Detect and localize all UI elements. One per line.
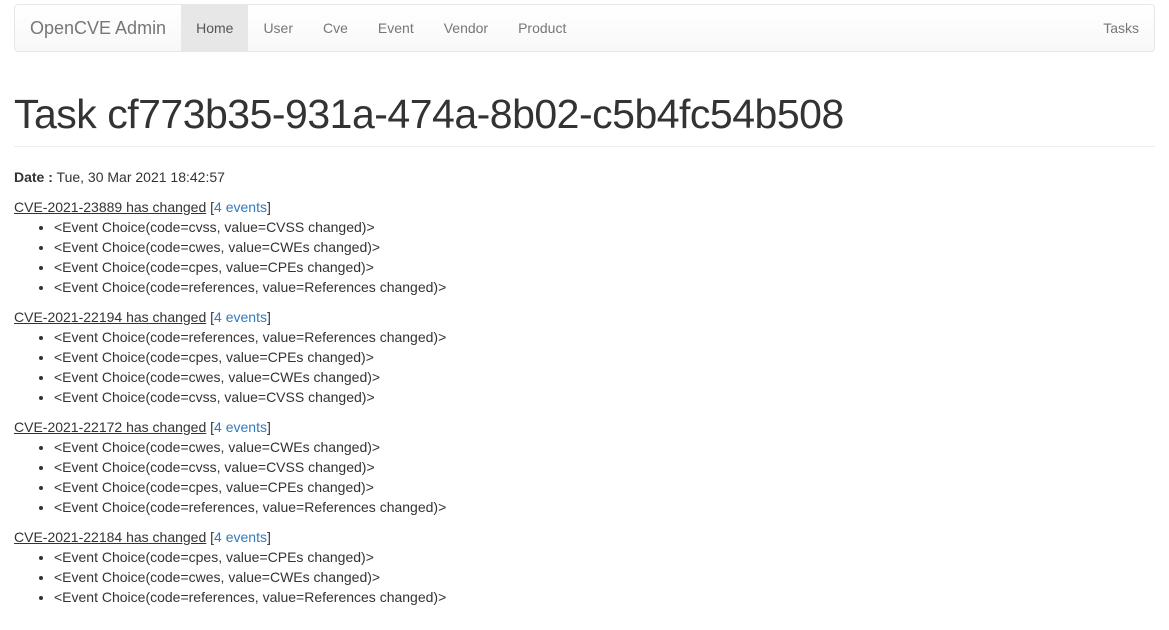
navbar-inner: OpenCVE Admin HomeUserCveEventVendorProd… [15,5,1154,51]
event-list-item: <Event Choice(code=cpes, value=CPEs chan… [54,477,1155,497]
event-list-item: <Event Choice(code=cpes, value=CPEs chan… [54,547,1155,567]
nav-item-tasks[interactable]: Tasks [1088,5,1154,51]
task-date-label: Date : [14,169,53,185]
cve-block: CVE-2021-22184 has changed [4 events]<Ev… [14,527,1155,607]
event-list-item: <Event Choice(code=cwes, value=CWEs chan… [54,367,1155,387]
cve-change-line: CVE-2021-23889 has changed [4 events] [14,197,1155,217]
navbar-primary-nav: HomeUserCveEventVendorProduct [181,5,581,51]
event-list: <Event Choice(code=cwes, value=CWEs chan… [14,437,1155,517]
event-list-item: <Event Choice(code=cwes, value=CWEs chan… [54,567,1155,587]
cve-change-list: CVE-2021-23889 has changed [4 events]<Ev… [14,197,1155,607]
navbar-secondary-nav: Tasks [1088,5,1154,51]
event-list-item: <Event Choice(code=cvss, value=CVSS chan… [54,457,1155,477]
cve-change-line: CVE-2021-22194 has changed [4 events] [14,307,1155,327]
cve-change-line: CVE-2021-22184 has changed [4 events] [14,527,1155,547]
event-list-item: <Event Choice(code=cwes, value=CWEs chan… [54,237,1155,257]
event-list-item: <Event Choice(code=cwes, value=CWEs chan… [54,437,1155,457]
navbar-brand[interactable]: OpenCVE Admin [15,5,181,51]
bracket-close: ] [267,309,271,325]
event-list-item: <Event Choice(code=cvss, value=CVSS chan… [54,387,1155,407]
event-list-item: <Event Choice(code=cvss, value=CVSS chan… [54,217,1155,237]
nav-item-user[interactable]: User [248,5,308,51]
events-count-link[interactable]: 4 events [214,529,267,545]
page-header: Task cf773b35-931a-474a-8b02-c5b4fc54b50… [14,52,1155,147]
nav-item-vendor[interactable]: Vendor [429,5,503,51]
cve-detail-link[interactable]: CVE-2021-23889 has changed [14,199,206,215]
event-list-item: <Event Choice(code=references, value=Ref… [54,587,1155,607]
main-navbar: OpenCVE Admin HomeUserCveEventVendorProd… [14,4,1155,52]
event-list: <Event Choice(code=cvss, value=CVSS chan… [14,217,1155,297]
event-list: <Event Choice(code=cpes, value=CPEs chan… [14,547,1155,607]
task-date-value: Tue, 30 Mar 2021 18:42:57 [57,169,225,185]
bracket-close: ] [267,529,271,545]
nav-item-event[interactable]: Event [363,5,429,51]
cve-change-line: CVE-2021-22172 has changed [4 events] [14,417,1155,437]
bracket-close: ] [267,419,271,435]
events-count-link[interactable]: 4 events [214,419,267,435]
event-list-item: <Event Choice(code=references, value=Ref… [54,277,1155,297]
page-container: Task cf773b35-931a-474a-8b02-c5b4fc54b50… [14,52,1155,617]
task-date: Date : Tue, 30 Mar 2021 18:42:57 [14,167,1155,187]
event-list-item: <Event Choice(code=cpes, value=CPEs chan… [54,347,1155,367]
event-list-item: <Event Choice(code=references, value=Ref… [54,497,1155,517]
cve-detail-link[interactable]: CVE-2021-22184 has changed [14,529,206,545]
nav-item-home[interactable]: Home [181,5,248,51]
page-title: Task cf773b35-931a-474a-8b02-c5b4fc54b50… [14,92,1155,137]
bracket-close: ] [267,199,271,215]
event-list: <Event Choice(code=references, value=Ref… [14,327,1155,407]
cve-detail-link[interactable]: CVE-2021-22172 has changed [14,419,206,435]
event-list-item: <Event Choice(code=cpes, value=CPEs chan… [54,257,1155,277]
events-count-link[interactable]: 4 events [214,309,267,325]
cve-block: CVE-2021-23889 has changed [4 events]<Ev… [14,197,1155,297]
nav-item-product[interactable]: Product [503,5,581,51]
nav-item-cve[interactable]: Cve [308,5,363,51]
cve-block: CVE-2021-22194 has changed [4 events]<Ev… [14,307,1155,407]
cve-detail-link[interactable]: CVE-2021-22194 has changed [14,309,206,325]
event-list-item: <Event Choice(code=references, value=Ref… [54,327,1155,347]
cve-block: CVE-2021-22172 has changed [4 events]<Ev… [14,417,1155,517]
events-count-link[interactable]: 4 events [214,199,267,215]
